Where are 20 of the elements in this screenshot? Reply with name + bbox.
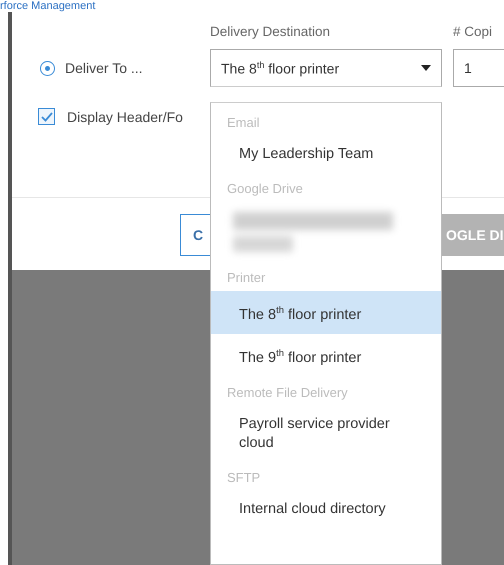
dropdown-option[interactable]: My Leadership Team — [211, 136, 441, 173]
copies-field[interactable]: 1 — [453, 49, 504, 87]
group-heading: Google Drive — [226, 180, 304, 198]
field-label: # Copi — [453, 24, 494, 39]
dropdown-option[interactable]: Internal cloud directory — [211, 490, 441, 528]
radio-button[interactable] — [40, 61, 55, 76]
radio-label: Deliver To ... — [65, 60, 143, 76]
checkbox-label: Display Header/Fo — [67, 108, 183, 124]
dropdown-option[interactable]: The 8$^{th}$ floor printer — [211, 291, 441, 334]
group-heading: Remote File Delivery — [226, 384, 349, 402]
field-label: Delivery Destination — [210, 24, 332, 39]
breadcrumb-link[interactable]: rforce Management — [0, 0, 504, 12]
caret-icon — [421, 65, 431, 71]
dropdown-option[interactable]: The 9$^{th}$ floor printer — [211, 334, 441, 377]
group-heading: Email — [226, 114, 261, 132]
destination-dropdown[interactable]: The 8$^{th}$ floor printer — [210, 49, 442, 87]
group-heading: SFTP — [226, 468, 262, 487]
dropdown-option[interactable]: Payroll service provider cloud — [211, 406, 441, 462]
group-heading: Printer — [226, 269, 266, 287]
checkbox[interactable] — [38, 108, 55, 125]
